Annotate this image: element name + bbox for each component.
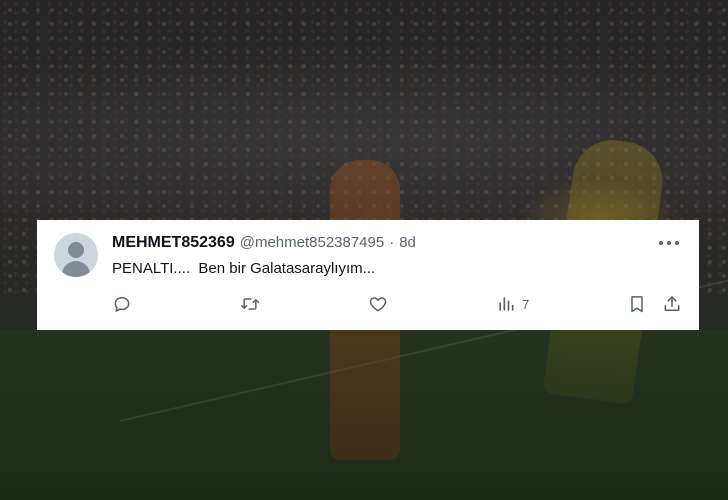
views-count: 7 [522,296,530,312]
avatar[interactable] [54,233,98,277]
like-button[interactable] [368,293,388,315]
reply-button[interactable] [112,293,132,315]
tweet-card[interactable]: MEHMET852369 @mehmet852387495 · 8d PENALTI.… [37,220,699,330]
user-handle[interactable]: @mehmet852387495 [240,234,385,251]
bookmark-icon [631,296,643,313]
retweet-icon [240,298,260,310]
views-chart-icon [499,297,514,311]
heart-icon [369,297,387,312]
display-name[interactable]: MEHMET852369 [112,234,235,251]
share-button[interactable] [662,293,682,315]
avatar-shoulders [62,261,90,277]
bookmark-button[interactable] [627,293,647,315]
tweet-text: PENALTI.... Ben bir Galatasaraylıyım... [112,260,376,277]
avatar-head [68,242,84,258]
tweet-header: MEHMET852369 @mehmet852387495 · 8d [112,234,639,252]
reply-icon [114,297,130,312]
more-icon[interactable] [659,235,679,251]
retweet-button[interactable] [240,293,260,315]
separator-dot: · [389,234,395,251]
tweet-actions: 7 [112,293,682,315]
tweet-age[interactable]: 8d [399,234,416,251]
share-icon [664,296,680,311]
views-button[interactable]: 7 [496,293,529,315]
